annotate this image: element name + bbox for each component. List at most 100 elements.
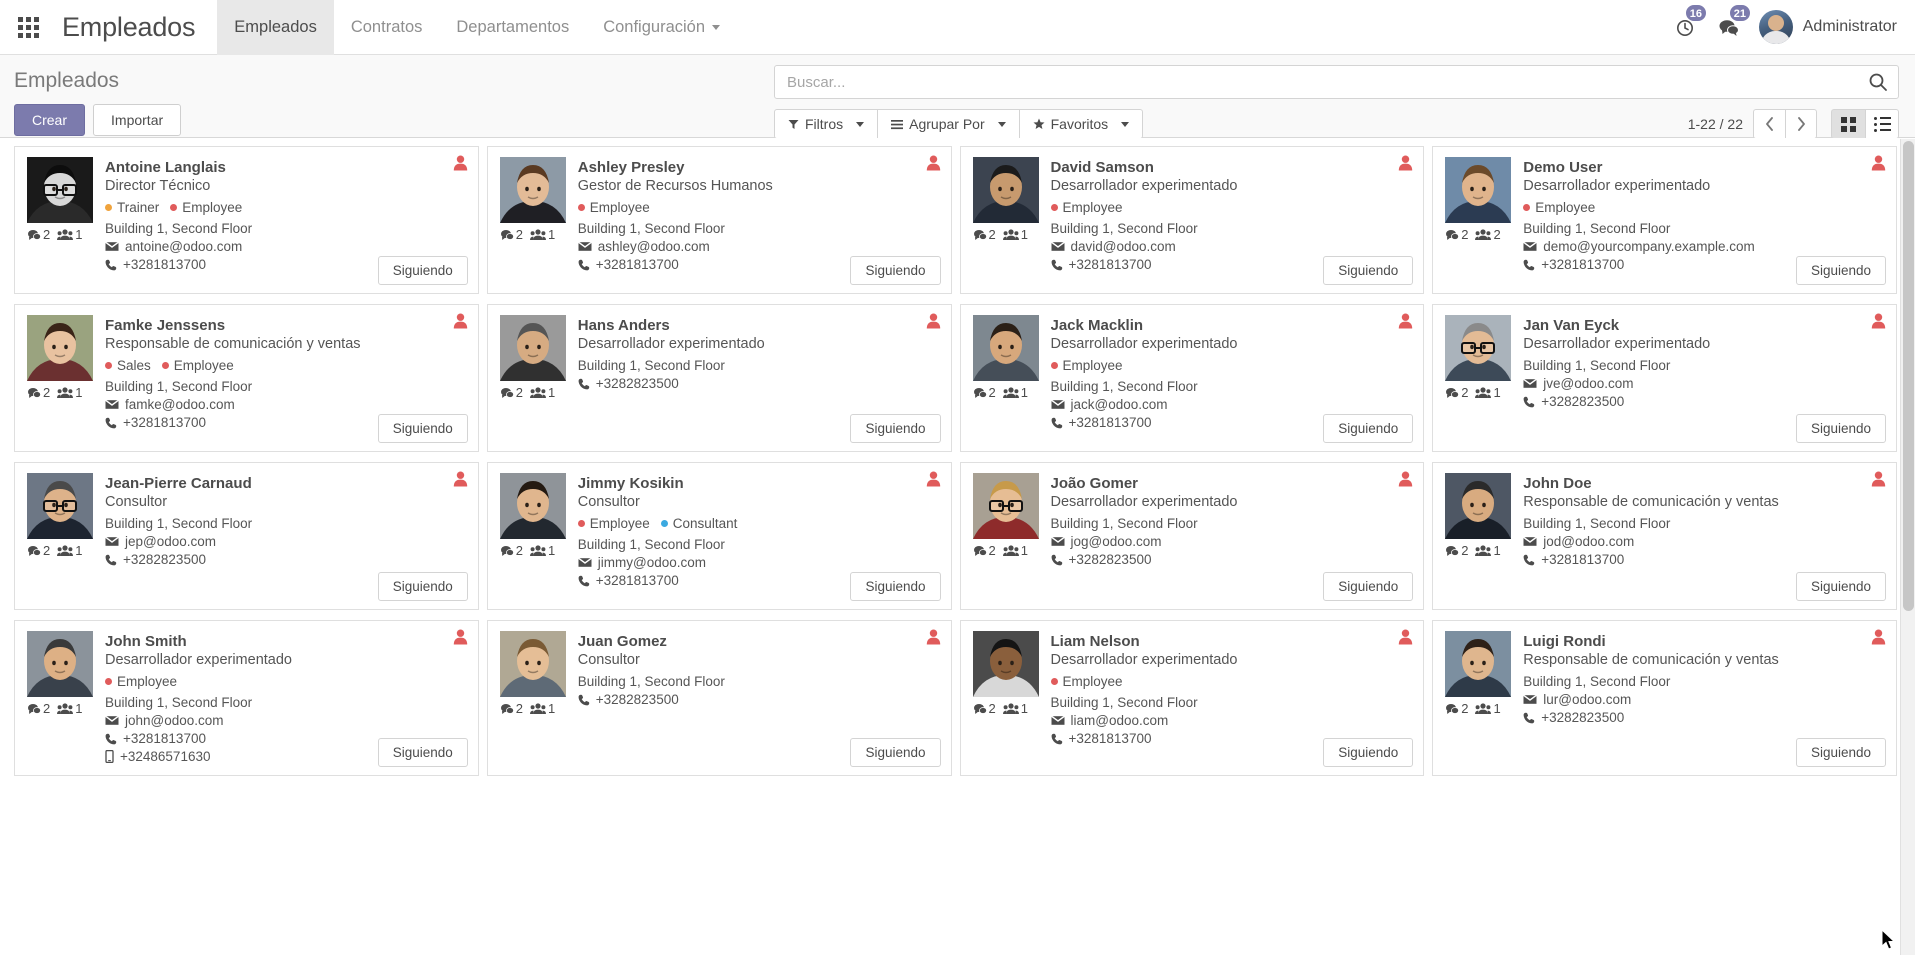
- users-icon: [529, 544, 546, 556]
- comment-count[interactable]: 2: [973, 385, 996, 400]
- followers-count[interactable]: 1: [529, 385, 555, 400]
- menu-item-empleados[interactable]: Empleados: [217, 0, 334, 55]
- employee-photo: [27, 473, 93, 539]
- comment-count[interactable]: 2: [27, 227, 50, 242]
- employee-card[interactable]: 2 1 João Gomer Desarrollador experimentado B…: [959, 462, 1425, 610]
- employee-card[interactable]: 2 1 Jimmy Kosikin Consultor Employee Consulta…: [486, 462, 952, 610]
- followers-count[interactable]: 1: [1475, 385, 1501, 400]
- followers-count[interactable]: 1: [529, 543, 555, 558]
- menu-item-configuracion[interactable]: Configuración: [586, 0, 737, 55]
- followers-count[interactable]: 1: [1002, 543, 1028, 558]
- comment-count[interactable]: 2: [1445, 227, 1468, 242]
- follow-button[interactable]: Siguiendo: [1323, 414, 1414, 443]
- favorites-button[interactable]: Favoritos: [1019, 109, 1144, 139]
- activities-button[interactable]: 16: [1663, 0, 1707, 55]
- followers-count[interactable]: 1: [529, 227, 556, 242]
- users-icon: [57, 544, 74, 556]
- followers-count[interactable]: 1: [529, 701, 555, 716]
- follow-button[interactable]: Siguiendo: [850, 572, 941, 601]
- employee-card[interactable]: 2 1 David Samson Desarrollador experimentad…: [959, 146, 1425, 294]
- comment-count-value: 2: [43, 543, 51, 558]
- employee-tags: Employee: [1523, 200, 1884, 215]
- scrollbar-thumb[interactable]: [1903, 141, 1914, 611]
- messages-button[interactable]: 21: [1707, 0, 1751, 55]
- employee-card[interactable]: 2 1 Liam Nelson Desarrollador experimentado…: [959, 620, 1425, 776]
- search-input[interactable]: [787, 73, 1868, 91]
- employee-card[interactable]: 2 1 John Doe Responsable de comunicación y …: [1432, 462, 1897, 610]
- create-button[interactable]: Crear: [14, 104, 86, 136]
- follow-button[interactable]: Siguiendo: [1795, 414, 1886, 443]
- followers-count[interactable]: 2: [1475, 227, 1501, 242]
- comment-count[interactable]: 2: [500, 701, 523, 716]
- followers-count[interactable]: 1: [1475, 701, 1501, 716]
- filters-button[interactable]: Filtros: [774, 109, 879, 139]
- employee-card[interactable]: 2 1 Jack Macklin Desarrollador experimentad…: [959, 304, 1425, 452]
- employee-card[interactable]: 2 1 Jan Van Eyck Desarrollador experimentad…: [1432, 304, 1897, 452]
- employee-card[interactable]: 2 1 Luigi Rondi Responsable de comunicación…: [1432, 620, 1897, 776]
- comment-count[interactable]: 2: [1445, 543, 1468, 558]
- employee-card[interactable]: 2 1 Juan Gomez Consultor Building 1, Second …: [486, 620, 952, 776]
- comment-count[interactable]: 2: [27, 543, 50, 558]
- list-view-button[interactable]: [1865, 109, 1899, 139]
- tag-label: Employee: [589, 516, 650, 531]
- comment-count[interactable]: 2: [500, 227, 523, 242]
- tag-color-dot: [161, 362, 169, 369]
- followers-count-value: 1: [547, 227, 556, 242]
- menu-item-departamentos[interactable]: Departamentos: [439, 0, 586, 55]
- pager-previous-button[interactable]: [1753, 109, 1785, 139]
- search-icon[interactable]: [1868, 72, 1888, 92]
- groupby-button[interactable]: Agrupar Por: [878, 109, 1020, 139]
- comment-count[interactable]: 2: [973, 701, 996, 716]
- comment-count[interactable]: 2: [27, 701, 50, 716]
- follow-button[interactable]: Siguiendo: [377, 738, 468, 767]
- follow-button[interactable]: Siguiendo: [1795, 572, 1886, 601]
- comment-count[interactable]: 2: [500, 543, 523, 558]
- search-bar[interactable]: [774, 65, 1899, 99]
- pager-next-button[interactable]: [1785, 109, 1817, 139]
- follow-button[interactable]: Siguiendo: [1795, 256, 1886, 285]
- employee-card[interactable]: 2 2 Demo User Desarrollador experimentado Em…: [1432, 146, 1897, 294]
- comment-count[interactable]: 2: [1445, 701, 1468, 716]
- user-red-icon: [1399, 629, 1413, 645]
- menu-item-contratos[interactable]: Contratos: [334, 0, 440, 55]
- employee-card[interactable]: 2 1 John Smith Desarrollador experimentado E…: [14, 620, 479, 776]
- follow-button[interactable]: Siguiendo: [377, 572, 468, 601]
- follow-button[interactable]: Siguiendo: [377, 256, 468, 285]
- employee-card[interactable]: 2 1 Jean-Pierre Carnaud Consultor Building 1…: [14, 462, 479, 610]
- follow-button[interactable]: Siguiendo: [1323, 572, 1414, 601]
- import-button[interactable]: Importar: [93, 104, 182, 136]
- apps-menu-button[interactable]: [0, 0, 56, 55]
- follow-button[interactable]: Siguiendo: [377, 414, 468, 443]
- follow-button[interactable]: Siguiendo: [1323, 738, 1414, 767]
- follow-button[interactable]: Siguiendo: [850, 414, 941, 443]
- user-menu-button[interactable]: Administrator: [1758, 10, 1901, 44]
- kanban-view-button[interactable]: [1831, 109, 1865, 139]
- followers-count[interactable]: 1: [1002, 701, 1028, 716]
- employee-card[interactable]: 2 1 Antoine Langlais Director Técnico Traine…: [14, 146, 479, 294]
- follow-button[interactable]: Siguiendo: [850, 738, 941, 767]
- follow-button[interactable]: Siguiendo: [1323, 256, 1414, 285]
- comment-count[interactable]: 2: [973, 227, 996, 242]
- vertical-scrollbar[interactable]: [1900, 139, 1915, 955]
- comment-count[interactable]: 2: [973, 543, 996, 558]
- follow-button[interactable]: Siguiendo: [850, 256, 941, 285]
- employee-card[interactable]: 2 1 Famke Jenssens Responsable de comunicac…: [14, 304, 479, 452]
- followers-count[interactable]: 1: [57, 543, 82, 558]
- comment-count[interactable]: 2: [1445, 385, 1468, 400]
- employee-card[interactable]: 2 1 Hans Anders Desarrollador experimentado…: [486, 304, 952, 452]
- follow-button[interactable]: Siguiendo: [1795, 738, 1886, 767]
- followers-count[interactable]: 1: [1475, 543, 1501, 558]
- followers-count[interactable]: 1: [1002, 385, 1028, 400]
- comment-icon: [28, 229, 41, 240]
- followers-count[interactable]: 1: [57, 385, 82, 400]
- followers-count[interactable]: 1: [57, 227, 82, 242]
- employee-name: Famke Jenssens: [105, 317, 226, 334]
- comment-count[interactable]: 2: [27, 385, 50, 400]
- followers-count[interactable]: 1: [1002, 227, 1028, 242]
- employee-card[interactable]: 2 1 Ashley Presley Gestor de Recursos Human…: [486, 146, 952, 294]
- comment-count[interactable]: 2: [500, 385, 523, 400]
- favorites-label: Favoritos: [1050, 116, 1109, 132]
- followers-count[interactable]: 1: [57, 701, 82, 716]
- tag-label: Employee: [173, 358, 234, 373]
- mobile-icon: [105, 750, 114, 763]
